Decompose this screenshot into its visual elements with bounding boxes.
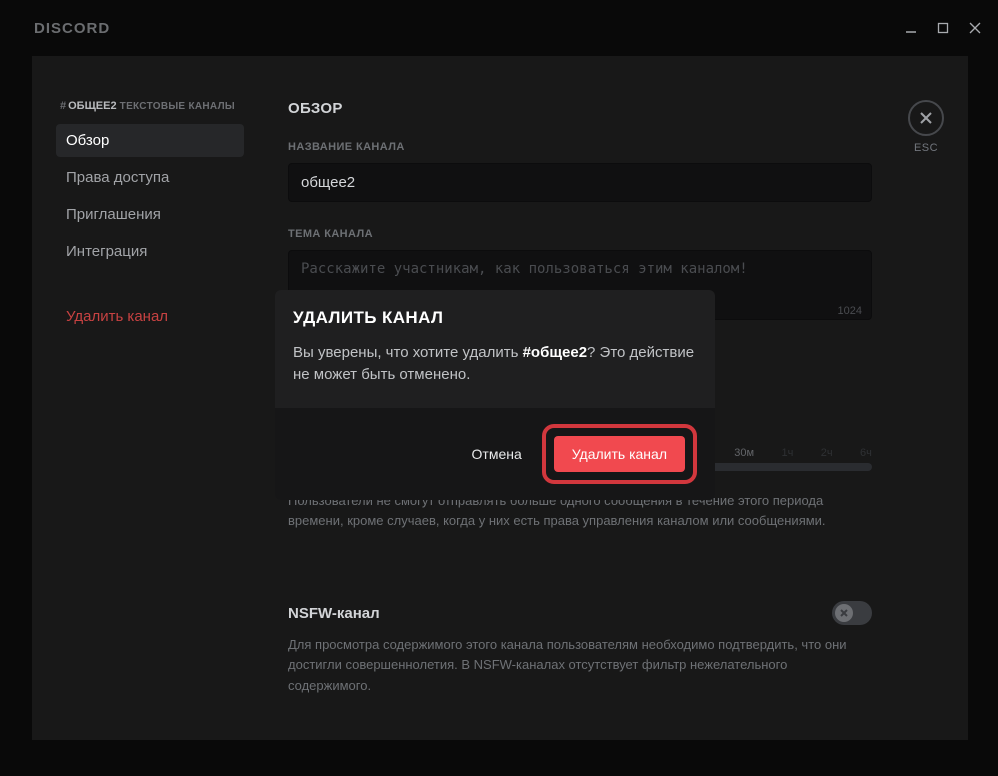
nsfw-description: Для просмотра содержимого этого канала п… [288,635,872,695]
delete-button-highlight: Удалить канал [542,424,697,484]
channel-name-label: НАЗВАНИЕ КАНАЛА [288,141,872,153]
sidebar-item-label: Обзор [66,132,109,149]
channel-topic-label: ТЕМА КАНАЛА [288,228,872,240]
modal-title: УДАЛИТЬ КАНАЛ [293,308,697,328]
sidebar-channel-name: ОБЩЕЕ2 [68,100,116,112]
sidebar-item-label: Права доступа [66,169,169,186]
slider-tick-label: 30м [734,447,754,459]
toggle-knob-icon [835,604,853,622]
slider-tick-label: 6ч [860,447,872,459]
hash-icon: # [60,100,66,112]
window-controls [904,21,982,35]
modal-message: Вы уверены, что хотите удалить #общее2? … [293,342,697,386]
brand-logo: DISCORD [34,20,110,37]
sidebar-item-label: Удалить канал [66,308,168,325]
sidebar-item-permissions[interactable]: Права доступа [56,161,244,194]
modal-channel-name: #общее2 [523,344,587,361]
nsfw-title: NSFW-канал [288,605,380,622]
slider-tick-label: 1ч [781,447,793,459]
settings-sidebar: #ОБЩЕЕ2 ТЕКСТОВЫЕ КАНАЛЫ Обзор Права дос… [32,56,254,740]
sidebar-item-label: Приглашения [66,206,161,223]
nsfw-toggle[interactable] [832,601,872,625]
sidebar-channel-heading: #ОБЩЕЕ2 ТЕКСТОВЫЕ КАНАЛЫ [56,100,244,112]
delete-channel-button[interactable]: Удалить канал [554,436,685,472]
esc-label: ESC [914,142,938,154]
close-settings-button[interactable]: ESC [908,100,944,154]
nsfw-block: NSFW-канал Для просмотра содержимого это… [288,601,872,695]
maximize-icon[interactable] [936,21,950,35]
slider-tick-label: 2ч [821,447,833,459]
page-title: ОБЗОР [288,100,872,117]
sidebar-item-delete-channel[interactable]: Удалить канал [56,300,244,333]
sidebar-channel-sub: ТЕКСТОВЫЕ КАНАЛЫ [120,101,235,112]
channel-name-input[interactable] [288,163,872,202]
sidebar-item-invites[interactable]: Приглашения [56,198,244,231]
close-icon [908,100,944,136]
sidebar-item-integrations[interactable]: Интеграция [56,235,244,268]
cancel-button[interactable]: Отмена [466,436,528,472]
close-window-icon[interactable] [968,21,982,35]
titlebar: DISCORD [0,0,998,56]
minimize-icon[interactable] [904,21,918,35]
sidebar-item-overview[interactable]: Обзор [56,124,244,157]
modal-text-pre: Вы уверены, что хотите удалить [293,344,523,361]
sidebar-item-label: Интеграция [66,243,147,260]
delete-channel-modal: УДАЛИТЬ КАНАЛ Вы уверены, что хотите уда… [275,290,715,500]
